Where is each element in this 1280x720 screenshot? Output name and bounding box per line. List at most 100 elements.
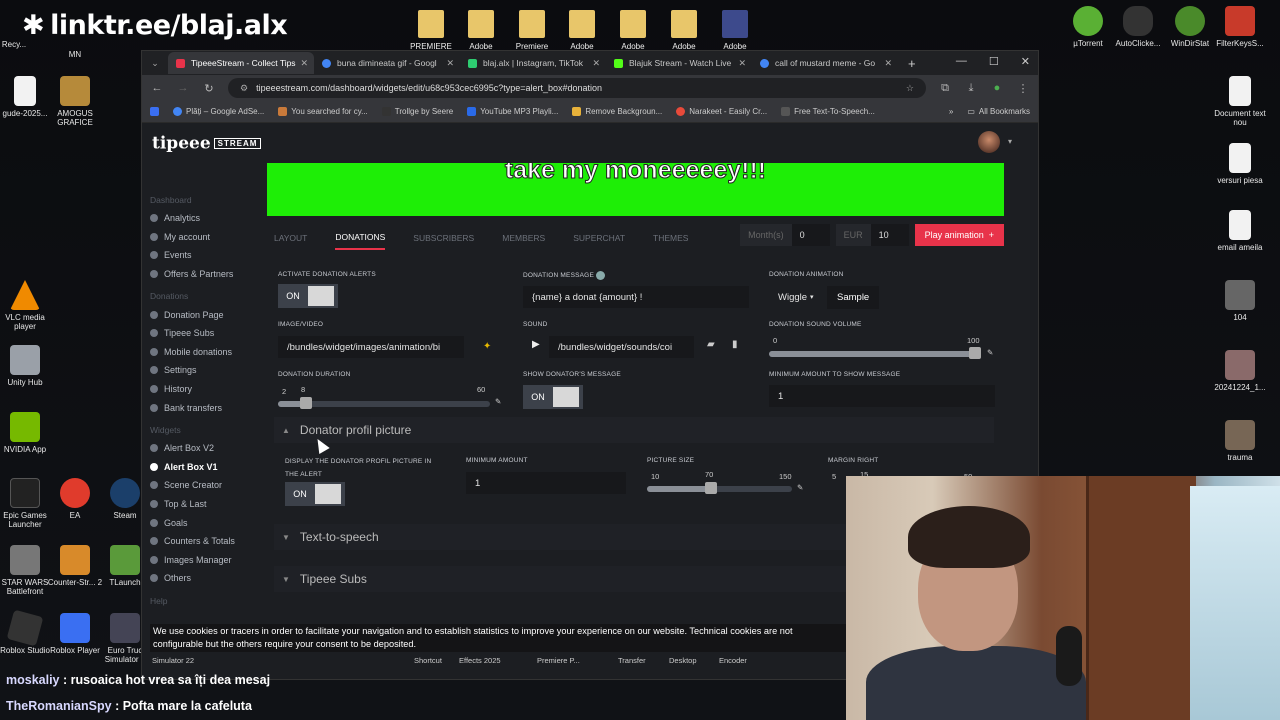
months-input[interactable]: 0	[791, 224, 830, 246]
donator-profile-section[interactable]: ▲ Donator profil picture	[274, 417, 994, 443]
duration-slider[interactable]	[278, 397, 490, 409]
pencil-icon[interactable]: ✎	[797, 483, 803, 492]
desktop-folder[interactable]: Adobe	[620, 10, 646, 51]
picture-size-slider[interactable]	[647, 482, 792, 494]
desktop-icon-20241224[interactable]: 20241224_1...	[1210, 350, 1270, 392]
sidebar-item-alert-box-v2[interactable]: Alert Box V2	[150, 439, 262, 458]
bookmark-star-icon[interactable]: ☆	[906, 83, 914, 94]
sidebar-item-events[interactable]: Events	[150, 246, 262, 265]
slider-thumb[interactable]	[705, 482, 717, 494]
tab-tipeeestream[interactable]: TipeeeStream - Collect Tips ✕	[168, 52, 314, 74]
activate-alerts-toggle[interactable]: ON	[278, 284, 338, 308]
more-bookmarks-icon[interactable]: »	[949, 107, 953, 116]
all-bookmarks[interactable]: ▭ All Bookmarks	[967, 107, 1030, 116]
back-icon[interactable]: ←	[150, 82, 164, 94]
display-profile-pic-toggle[interactable]: ON	[285, 482, 345, 506]
close-tab-icon[interactable]: ✕	[446, 58, 454, 69]
sidebar-item-settings[interactable]: Settings	[150, 361, 262, 380]
desktop-icon-email[interactable]: email ameila	[1210, 210, 1270, 252]
desktop-icon-recycle[interactable]: Recy...	[0, 40, 44, 49]
sidebar-item-mobile-donations[interactable]: Mobile donations	[150, 343, 262, 362]
folder-icon[interactable]: ▰	[707, 339, 715, 350]
sidebar-item-my-account[interactable]: My account	[150, 228, 262, 247]
tab-subscribers[interactable]: SUBSCRIBERS	[413, 233, 474, 243]
tab-linktree[interactable]: blaj.alx | Instagram, TikTok ✕	[460, 52, 606, 74]
tab-members[interactable]: MEMBERS	[502, 233, 545, 243]
site-info-icon[interactable]: ⚙	[240, 83, 248, 94]
bookmark-youtube-mp3[interactable]: YouTube MP3 Playli...	[467, 107, 558, 116]
desktop-folder[interactable]: Adobe	[671, 10, 697, 51]
sidebar-item-history[interactable]: History	[150, 380, 262, 399]
sidebar-item-scene-creator[interactable]: Scene Creator	[150, 476, 262, 495]
tab-themes[interactable]: THEMES	[653, 233, 688, 243]
desktop-icon-document[interactable]: Document text nou	[1210, 76, 1270, 127]
sidebar-item-top-last[interactable]: Top & Last	[150, 495, 262, 514]
sidebar-item-alert-box-v1[interactable]: Alert Box V1	[150, 458, 262, 477]
trash-icon[interactable]: ▮	[732, 339, 738, 350]
play-sound-icon[interactable]: ▶	[532, 339, 540, 350]
desktop-label[interactable]: Effects 2025	[459, 656, 501, 665]
bookmark-adsense[interactable]: Plăți – Google AdSe...	[173, 107, 264, 116]
info-icon[interactable]	[596, 271, 605, 280]
sidebar-item-analytics[interactable]: Analytics	[150, 209, 262, 228]
desktop-icon-vlc[interactable]: VLC media player	[0, 280, 55, 331]
desktop-folder[interactable]: Adobe	[569, 10, 595, 51]
sidebar-item-counters[interactable]: Counters & Totals	[150, 532, 262, 551]
tab-superchat[interactable]: SUPERCHAT	[573, 233, 625, 243]
bookmark-cy[interactable]: You searched for cy...	[278, 107, 368, 116]
desktop-label[interactable]: Transfer	[618, 656, 646, 665]
sound-path-input[interactable]: /bundles/widget/sounds/coi	[549, 336, 694, 358]
desktop-folder[interactable]: Adobe	[722, 10, 748, 51]
desktop-label[interactable]: Simulator 22	[152, 656, 194, 665]
desktop-icon-autoclicker[interactable]: AutoClicke...	[1108, 6, 1168, 48]
amount-input[interactable]: 10	[870, 224, 909, 246]
min-amount-message-input[interactable]: 1	[769, 385, 995, 407]
close-tab-icon[interactable]: ✕	[884, 58, 892, 69]
chevron-down-icon[interactable]: ▾	[1008, 137, 1012, 146]
minimize-icon[interactable]: —	[956, 55, 967, 68]
desktop-icon-filterkeys[interactable]: FilterKeysS...	[1210, 6, 1270, 48]
sidebar-item-donation-page[interactable]: Donation Page	[150, 305, 262, 324]
close-window-icon[interactable]: ✕	[1021, 55, 1030, 68]
volume-slider[interactable]	[769, 347, 981, 359]
desktop-icon-trauma[interactable]: trauma	[1210, 420, 1270, 462]
bookmark-trollge[interactable]: Trollge by Seere	[381, 107, 453, 116]
desktop-label[interactable]: Desktop	[669, 656, 697, 665]
show-message-toggle[interactable]: ON	[523, 385, 583, 409]
sample-button[interactable]: Sample	[827, 286, 880, 309]
desktop-icon-nvidia[interactable]: NVIDIA App	[0, 412, 55, 454]
desktop-folder[interactable]: PREMIERE	[410, 10, 452, 51]
tab-donations[interactable]: DONATIONS	[335, 226, 386, 250]
extensions-icon[interactable]: ⧉	[938, 82, 952, 95]
desktop-icon-amogus[interactable]: AMOGUS GRAFICE	[45, 76, 105, 127]
desktop-icon-104[interactable]: 104	[1210, 280, 1270, 322]
menu-icon[interactable]: ⋮	[1016, 82, 1030, 95]
desktop-folder[interactable]: Adobe	[468, 10, 494, 51]
desktop-icon-unity[interactable]: Unity Hub	[0, 345, 55, 387]
bookmark-narakeet[interactable]: Narakeet - Easily Cr...	[676, 107, 767, 116]
close-tab-icon[interactable]: ✕	[300, 58, 308, 69]
forward-icon[interactable]: →	[176, 82, 190, 94]
tab-google-meme[interactable]: call of mustard meme - Go ✕	[752, 52, 898, 74]
profile-min-amount-input[interactable]: 1	[466, 472, 626, 494]
desktop-icon-versuri[interactable]: versuri piesa	[1210, 143, 1270, 185]
desktop-label[interactable]: Encoder	[719, 656, 747, 665]
sidebar-item-tipeee-subs[interactable]: Tipeee Subs	[150, 324, 262, 343]
sidebar-item-others[interactable]: Others	[150, 569, 262, 588]
close-tab-icon[interactable]: ✕	[592, 58, 600, 69]
tab-google-gif[interactable]: buna dimineata gif - Googl ✕	[314, 52, 460, 74]
maximize-icon[interactable]: ☐	[989, 55, 999, 68]
user-avatar[interactable]	[978, 131, 1000, 153]
donation-message-input[interactable]: {name} a donat {amount} !	[523, 286, 749, 308]
apps-icon[interactable]	[150, 107, 159, 116]
sidebar-item-bank-transfers[interactable]: Bank transfers	[150, 398, 262, 417]
play-animation-button[interactable]: Play animation +	[914, 224, 1004, 246]
tab-search-icon[interactable]: ⌄	[142, 58, 168, 69]
url-field[interactable]: ⚙ tipeeestream.com/dashboard/widgets/edit…	[228, 78, 926, 98]
image-path-input[interactable]: /bundles/widget/images/animation/bi	[278, 336, 464, 358]
new-tab-icon[interactable]: +	[908, 56, 916, 71]
tab-kick-stream[interactable]: Blajuk Stream - Watch Live ✕	[606, 52, 752, 74]
desktop-label[interactable]: Premiere P...	[537, 656, 580, 665]
desktop-icon-mn[interactable]: MN	[45, 50, 105, 59]
animation-select[interactable]: Wiggle ▾	[769, 286, 821, 308]
